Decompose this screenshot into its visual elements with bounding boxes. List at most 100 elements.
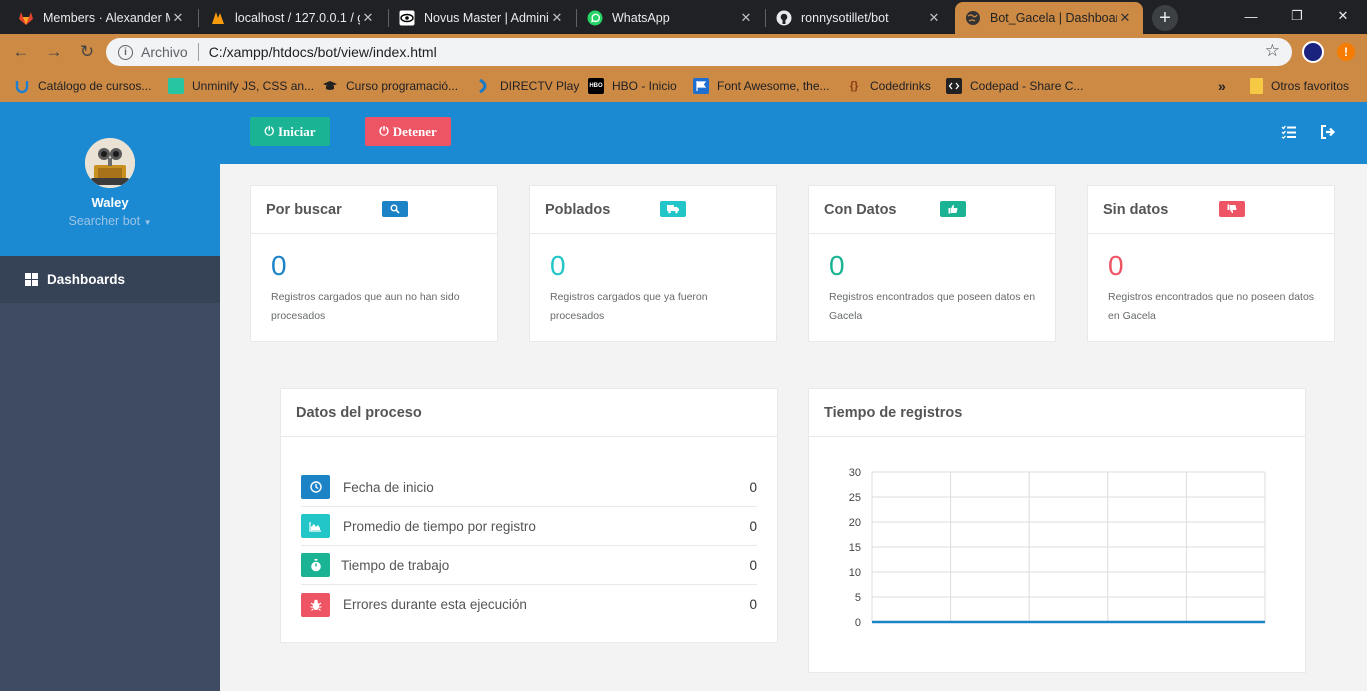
bookmark-item[interactable]: Curso programació... bbox=[322, 77, 458, 95]
power-icon: ⏻ bbox=[379, 124, 389, 138]
codepad-icon bbox=[946, 78, 962, 94]
back-icon[interactable]: ← bbox=[9, 40, 33, 64]
info-icon[interactable]: i bbox=[118, 44, 133, 60]
reload-icon[interactable]: ↻ bbox=[75, 40, 99, 64]
browser-tab[interactable]: localhost / 127.0.0.1 / g ✕ bbox=[200, 2, 386, 34]
stat-description: Registros cargados que aun no han sido p… bbox=[271, 291, 460, 322]
close-icon[interactable]: ✕ bbox=[1117, 10, 1133, 26]
browser-tab[interactable]: Novus Master | Adminis ✕ bbox=[389, 2, 575, 34]
graduation-cap-icon bbox=[322, 78, 338, 94]
phpmyadmin-icon bbox=[210, 10, 226, 26]
area-chart-icon bbox=[301, 514, 330, 538]
stat-value: 0 bbox=[550, 250, 566, 281]
new-tab-button[interactable]: + bbox=[1152, 5, 1178, 31]
bookmark-label: HBO - Inicio bbox=[612, 79, 677, 93]
stop-button-label: Detener bbox=[392, 123, 437, 139]
thumbs-down-icon bbox=[1219, 201, 1245, 217]
whatsapp-icon bbox=[587, 10, 603, 26]
bookmark-label: Codedrinks bbox=[870, 79, 931, 93]
user-role: Searcher bot bbox=[68, 214, 141, 228]
star-icon[interactable]: ☆ bbox=[1265, 41, 1280, 61]
close-icon[interactable]: ✕ bbox=[549, 10, 565, 26]
bookmark-label: Catálogo de cursos... bbox=[38, 79, 152, 93]
top-navbar: ⏻ Iniciar ⏻ Detener bbox=[220, 102, 1367, 164]
tasks-icon[interactable] bbox=[1280, 124, 1298, 140]
profile-section: Waley Searcher bot ▼ bbox=[0, 102, 220, 256]
globe-icon bbox=[965, 10, 981, 26]
browser-tab[interactable]: WhatsApp ✕ bbox=[577, 2, 764, 34]
maximize-icon[interactable]: ❐ bbox=[1274, 0, 1320, 32]
other-bookmarks-label: Otros favoritos bbox=[1271, 79, 1350, 93]
tab-title: Bot_Gacela | Dashboard bbox=[990, 11, 1117, 25]
start-button[interactable]: ⏻ Iniciar bbox=[250, 117, 330, 146]
process-row-fecha-inicio: Fecha de inicio 0 bbox=[301, 468, 757, 507]
sidebar-item-dashboards[interactable]: Dashboards bbox=[0, 256, 220, 303]
bookmarks-overflow-icon[interactable]: » bbox=[1218, 77, 1226, 95]
y-tick-label: 20 bbox=[849, 517, 861, 529]
user-name: Waley bbox=[91, 195, 129, 210]
bookmark-label: Curso programació... bbox=[346, 79, 459, 93]
close-icon[interactable]: ✕ bbox=[360, 10, 376, 26]
y-tick-label: 10 bbox=[849, 567, 861, 579]
browser-tab[interactable]: Members · Alexander M ✕ bbox=[8, 2, 196, 34]
address-scheme: Archivo bbox=[141, 44, 188, 60]
bug-icon bbox=[301, 592, 330, 617]
tab-title: Novus Master | Adminis bbox=[424, 11, 549, 25]
process-row-label: Promedio de tiempo por registro bbox=[343, 518, 536, 534]
bookmark-item[interactable]: Unminify JS, CSS an... bbox=[168, 77, 314, 95]
stat-card-title: Sin datos bbox=[1103, 201, 1169, 218]
caret-down-icon: ▼ bbox=[143, 218, 152, 227]
stat-card-poblados: Poblados 0 Registros cargados que ya fue… bbox=[529, 185, 777, 342]
bookmark-item[interactable]: Catálogo de cursos... bbox=[14, 77, 151, 95]
other-bookmarks[interactable]: Otros favoritos bbox=[1250, 77, 1349, 95]
stat-card-header: Sin datos bbox=[1088, 186, 1334, 234]
clock-icon bbox=[301, 475, 330, 499]
browser-tab-strip: Members · Alexander M ✕ localhost / 127.… bbox=[0, 0, 1367, 34]
browser-tab[interactable]: ronnysotillet/bot ✕ bbox=[766, 2, 952, 34]
process-row-label: Errores durante esta ejecución bbox=[343, 597, 527, 612]
stat-card-title: Por buscar bbox=[266, 201, 342, 218]
sidebar-item-label: Dashboards bbox=[47, 272, 126, 287]
notification-icon[interactable]: ! bbox=[1337, 43, 1355, 61]
browser-toolbar: ← → ↻ i Archivo C:/xampp/htdocs/bot/view… bbox=[0, 34, 1367, 70]
bookmark-item[interactable]: {} Codedrinks bbox=[846, 77, 931, 95]
stat-card-title: Con Datos bbox=[824, 201, 897, 218]
process-row-label: Fecha de inicio bbox=[343, 479, 434, 495]
panel-title: Datos del proceso bbox=[281, 389, 777, 437]
close-icon[interactable]: ✕ bbox=[170, 10, 186, 26]
stat-value: 0 bbox=[271, 250, 287, 281]
stop-button[interactable]: ⏻ Detener bbox=[365, 117, 451, 146]
stopwatch-icon bbox=[301, 553, 330, 577]
bookmark-item[interactable]: Font Awesome, the... bbox=[693, 77, 830, 95]
stat-description: Registros cargados que ya fueron procesa… bbox=[550, 291, 708, 322]
minimize-icon[interactable]: — bbox=[1228, 0, 1274, 32]
bookmarks-bar: Catálogo de cursos... Unminify JS, CSS a… bbox=[0, 70, 1367, 102]
profile-avatar[interactable] bbox=[1302, 41, 1324, 63]
panel-title: Tiempo de registros bbox=[809, 389, 1305, 437]
eye-icon bbox=[399, 10, 415, 26]
bookmark-label: Codepad - Share C... bbox=[970, 79, 1084, 93]
y-tick-label: 0 bbox=[855, 617, 861, 629]
power-icon: ⏻ bbox=[264, 124, 274, 138]
truck-icon bbox=[660, 201, 686, 217]
bookmark-item[interactable]: HBO HBO - Inicio bbox=[588, 77, 677, 95]
unminify-icon bbox=[168, 78, 184, 94]
address-bar[interactable]: i Archivo C:/xampp/htdocs/bot/view/index… bbox=[106, 38, 1292, 66]
bookmark-item[interactable]: DIRECTV Play bbox=[476, 77, 579, 95]
avatar[interactable] bbox=[85, 138, 135, 188]
close-window-icon[interactable]: ✕ bbox=[1320, 0, 1366, 32]
close-icon[interactable]: ✕ bbox=[738, 10, 754, 26]
process-row-value: 0 bbox=[749, 557, 757, 573]
hbo-icon: HBO bbox=[588, 78, 604, 94]
tab-title: WhatsApp bbox=[612, 11, 670, 25]
directv-icon bbox=[476, 78, 492, 94]
udemy-icon bbox=[14, 78, 30, 94]
browser-tab-active[interactable]: Bot_Gacela | Dashboard ✕ bbox=[955, 2, 1143, 34]
user-role-dropdown[interactable]: Searcher bot ▼ bbox=[0, 214, 220, 228]
bookmark-item[interactable]: Codepad - Share C... bbox=[946, 77, 1083, 95]
stat-value: 0 bbox=[1108, 250, 1124, 281]
sign-out-icon[interactable] bbox=[1319, 124, 1337, 140]
close-icon[interactable]: ✕ bbox=[926, 10, 942, 26]
stat-card-por-buscar: Por buscar 0 Registros cargados que aun … bbox=[250, 185, 498, 342]
forward-icon[interactable]: → bbox=[42, 40, 66, 64]
